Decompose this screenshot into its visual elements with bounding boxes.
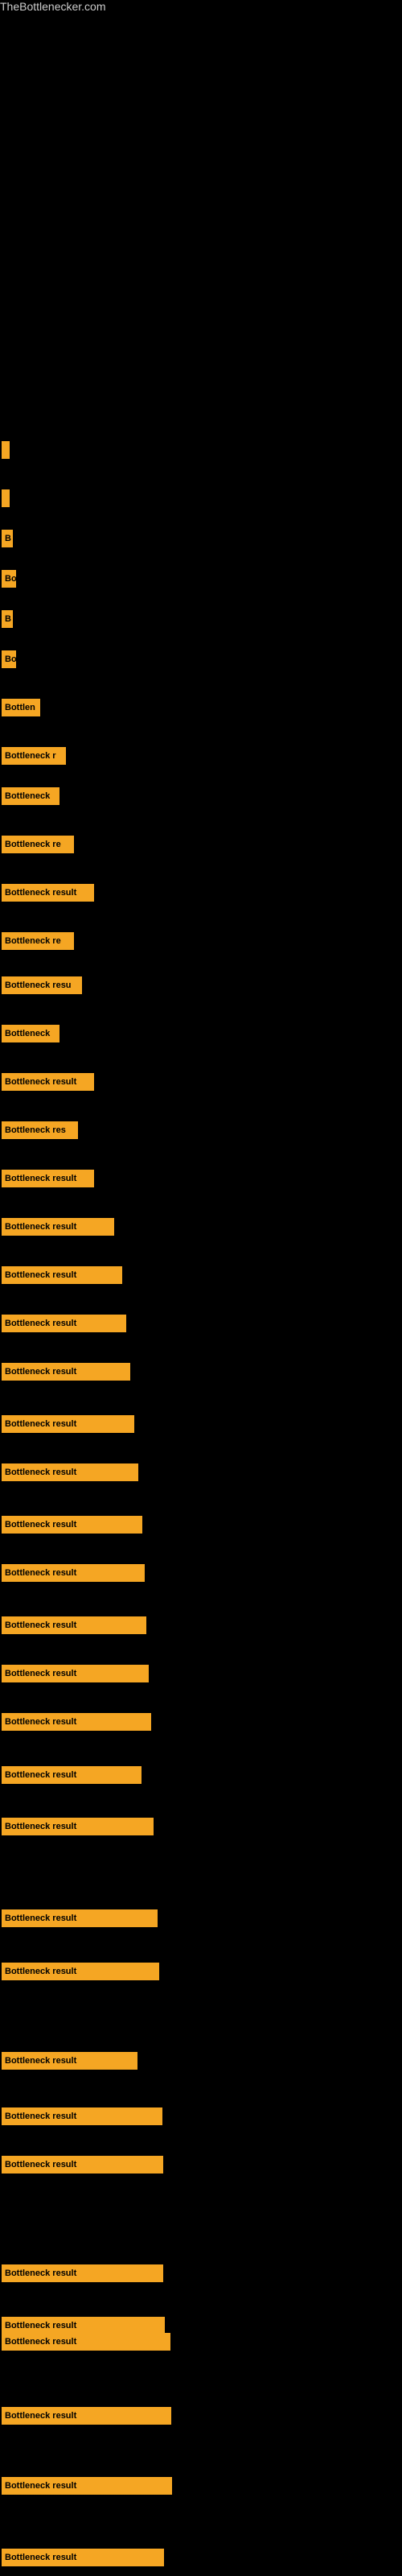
bottleneck-bar: Bottleneck result bbox=[2, 1363, 130, 1381]
bottleneck-item: Bottleneck result bbox=[2, 2549, 164, 2566]
bottleneck-bar: Bottleneck result bbox=[2, 2317, 165, 2334]
bottleneck-item: Bottleneck result bbox=[2, 1266, 122, 1284]
bottleneck-bar: Bottleneck result bbox=[2, 1564, 145, 1582]
bottleneck-item: Bottleneck result bbox=[2, 1963, 159, 1980]
bottleneck-item: Bottleneck result bbox=[2, 1463, 138, 1481]
bottleneck-bar: Bottleneck result bbox=[2, 1616, 146, 1634]
bottleneck-bar: Bottleneck re bbox=[2, 836, 74, 853]
bottleneck-item: Bottleneck result bbox=[2, 2333, 170, 2351]
bottleneck-item: Bottleneck re bbox=[2, 836, 74, 853]
bottleneck-bar: Bottleneck res bbox=[2, 1121, 78, 1139]
bottleneck-item: Bottleneck bbox=[2, 1025, 59, 1042]
bottleneck-bar: Bottleneck result bbox=[2, 1170, 94, 1187]
bottleneck-item: Bottleneck result bbox=[2, 2107, 162, 2125]
bottleneck-bar: Bottleneck bbox=[2, 787, 59, 805]
bottleneck-bar: Bottleneck result bbox=[2, 2264, 163, 2282]
bottleneck-bar: B bbox=[2, 530, 13, 547]
bottleneck-item: Bottlen bbox=[2, 699, 40, 716]
bottleneck-item: B bbox=[2, 530, 13, 547]
bottleneck-item: Bottleneck result bbox=[2, 1713, 151, 1731]
bottleneck-item: Bottleneck result bbox=[2, 1818, 154, 1835]
bottleneck-item: Bottleneck result bbox=[2, 1363, 130, 1381]
items-container: B Bo B Bo Bottlen Bottleneck r Bottleneck Bottl… bbox=[0, 14, 402, 2558]
bottleneck-item: Bottleneck result bbox=[2, 1564, 145, 1582]
bottleneck-item: Bottleneck result bbox=[2, 2407, 171, 2425]
bottleneck-item bbox=[2, 489, 10, 507]
bottleneck-bar: Bottleneck result bbox=[2, 1665, 149, 1682]
bottleneck-bar: Bo bbox=[2, 570, 16, 588]
bottleneck-bar: Bottleneck result bbox=[2, 1818, 154, 1835]
bottleneck-bar: Bottleneck result bbox=[2, 1315, 126, 1332]
bottleneck-bar: Bottleneck result bbox=[2, 1713, 151, 1731]
bottleneck-bar: Bottleneck bbox=[2, 1025, 59, 1042]
bottleneck-bar: Bottleneck result bbox=[2, 884, 94, 902]
bottleneck-item: Bottleneck resu bbox=[2, 976, 82, 994]
bottleneck-bar: Bottleneck result bbox=[2, 1266, 122, 1284]
bottleneck-item: Bottleneck result bbox=[2, 1766, 142, 1784]
bottleneck-item: Bottleneck result bbox=[2, 1665, 149, 1682]
bottleneck-item: Bottleneck bbox=[2, 787, 59, 805]
bottleneck-bar: Bottleneck result bbox=[2, 2549, 164, 2566]
site-title-container: TheBottlenecker.com bbox=[0, 0, 402, 14]
bottleneck-item: Bo bbox=[2, 650, 16, 668]
bottleneck-item: Bottleneck result bbox=[2, 1073, 94, 1091]
bottleneck-item: Bottleneck r bbox=[2, 747, 66, 765]
bottleneck-bar: Bottlen bbox=[2, 699, 40, 716]
bottleneck-bar: Bottleneck result bbox=[2, 2156, 163, 2174]
bottleneck-item: Bo bbox=[2, 570, 16, 588]
site-title: TheBottlenecker.com bbox=[0, 0, 106, 16]
bottleneck-item: B bbox=[2, 610, 13, 628]
bottleneck-item: Bottleneck result bbox=[2, 1516, 142, 1534]
bottleneck-bar: Bottleneck result bbox=[2, 2333, 170, 2351]
bottleneck-bar: Bottleneck result bbox=[2, 1909, 158, 1927]
bottleneck-item: Bottleneck result bbox=[2, 1170, 94, 1187]
bottleneck-item: Bottleneck result bbox=[2, 1315, 126, 1332]
bottleneck-item: Bottleneck result bbox=[2, 884, 94, 902]
bottleneck-bar: Bottleneck result bbox=[2, 2052, 137, 2070]
bottleneck-bar: Bottleneck result bbox=[2, 1073, 94, 1091]
bottleneck-bar: Bottleneck result bbox=[2, 1415, 134, 1433]
bottleneck-bar: Bottleneck result bbox=[2, 1218, 114, 1236]
bottleneck-item: Bottleneck result bbox=[2, 1218, 114, 1236]
bottleneck-bar: Bottleneck resu bbox=[2, 976, 82, 994]
bottleneck-bar: Bottleneck result bbox=[2, 1766, 142, 1784]
bottleneck-bar: Bottleneck result bbox=[2, 1463, 138, 1481]
bottleneck-bar: Bottleneck result bbox=[2, 1516, 142, 1534]
bottleneck-bar: Bottleneck result bbox=[2, 2107, 162, 2125]
bottleneck-item: Bottleneck result bbox=[2, 2317, 165, 2334]
bottleneck-item: Bottleneck result bbox=[2, 1616, 146, 1634]
bottleneck-bar: Bottleneck result bbox=[2, 2407, 171, 2425]
bottleneck-item: Bottleneck result bbox=[2, 2477, 172, 2495]
bottleneck-item bbox=[2, 441, 10, 459]
bottleneck-item: Bottleneck re bbox=[2, 932, 74, 950]
bottleneck-bar: Bottleneck result bbox=[2, 1963, 159, 1980]
bottleneck-item: Bottleneck result bbox=[2, 2264, 163, 2282]
bottleneck-bar: Bo bbox=[2, 650, 16, 668]
bottleneck-bar: Bottleneck r bbox=[2, 747, 66, 765]
bottleneck-item: Bottleneck res bbox=[2, 1121, 78, 1139]
bottleneck-bar: Bottleneck result bbox=[2, 2477, 172, 2495]
bottleneck-item: Bottleneck result bbox=[2, 1909, 158, 1927]
bottleneck-item: Bottleneck result bbox=[2, 2052, 137, 2070]
bottleneck-bar bbox=[2, 489, 10, 507]
bottleneck-bar: Bottleneck re bbox=[2, 932, 74, 950]
bottleneck-item: Bottleneck result bbox=[2, 2156, 163, 2174]
bottleneck-item: Bottleneck result bbox=[2, 1415, 134, 1433]
bottleneck-bar: B bbox=[2, 610, 13, 628]
bottleneck-bar bbox=[2, 441, 10, 459]
